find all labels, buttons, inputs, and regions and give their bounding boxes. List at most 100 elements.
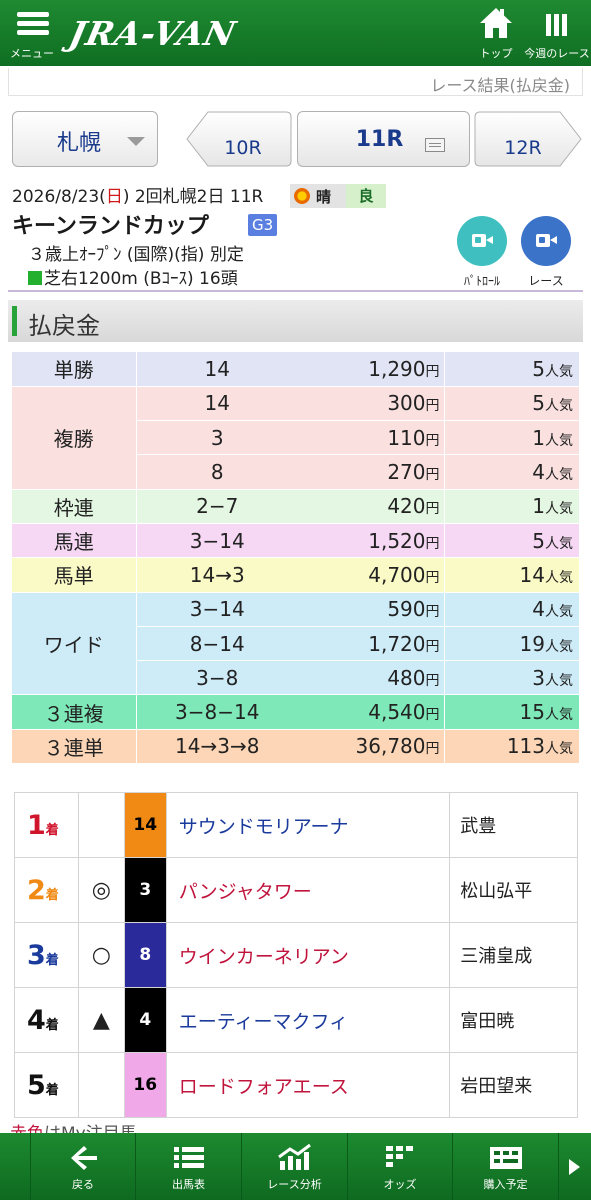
ticket-icon	[490, 1147, 522, 1169]
payout-table: 単勝 14 1,290円 5人気 複勝 14 300円 5人気 3 110円 1人気 8 270円 4人気…	[12, 352, 579, 765]
finish-position: 2着	[14, 857, 79, 923]
finish-row[interactable]: 5着 16 ロードフォアエース 岩田望来	[14, 1052, 578, 1118]
jockey-name[interactable]: 富田暁	[449, 987, 578, 1053]
finish-position: 4着	[14, 987, 79, 1053]
popularity: 5人気	[443, 352, 579, 387]
toolbar-scroll-left[interactable]	[0, 1133, 30, 1200]
menu-button[interactable]: メニュー	[4, 0, 60, 66]
bet-type: ３連複	[12, 694, 137, 730]
finish-row[interactable]: 1着 14 サウンドモリアーナ 武豊	[14, 792, 578, 858]
odds-grid-icon	[386, 1146, 413, 1167]
video-camera-icon	[472, 234, 493, 247]
dropdown-arrow-icon	[127, 137, 145, 146]
bet-type: 馬単	[12, 557, 137, 593]
weather-label: 晴	[316, 188, 332, 206]
payout-row: ３連複 3−8−14 4,540円 15人気	[12, 694, 579, 730]
finish-position: 5着	[14, 1052, 79, 1118]
combination: 3−14	[136, 592, 298, 627]
race-analysis-button[interactable]: レース分析	[241, 1133, 347, 1200]
horse-name[interactable]: ロードフォアエース	[165, 1052, 451, 1118]
finish-position: 1着	[14, 792, 79, 858]
prev-race-tab[interactable]: 10R	[186, 111, 292, 167]
horse-name[interactable]: ウインカーネリアン	[165, 922, 451, 988]
chart-icon	[278, 1143, 311, 1170]
columns-icon	[546, 14, 568, 36]
payout-row: ３連単 14→3→8 36,780円 113人気	[12, 729, 579, 765]
combination: 3−8	[136, 660, 298, 696]
jockey-name[interactable]: 三浦皇成	[449, 922, 578, 988]
page-subtitle: レース結果(払戻金)	[430, 76, 570, 95]
popularity: 113人気	[443, 729, 579, 765]
horse-number: 4	[123, 987, 167, 1053]
this-week-races-button[interactable]: 今週のレース	[522, 0, 591, 66]
combination: 14→3→8	[136, 729, 298, 765]
bet-type: 馬連	[12, 523, 137, 559]
popularity: 1人気	[443, 489, 579, 524]
jockey-name[interactable]: 岩田望来	[449, 1052, 578, 1118]
bet-type: 単勝	[12, 352, 137, 387]
toolbar-scroll-right[interactable]	[558, 1133, 591, 1200]
menu-label: メニュー	[10, 47, 54, 60]
combination: 8	[136, 454, 298, 490]
bottom-toolbar: 戻る 出馬表 レース分析 オッズ 購入予定	[0, 1133, 591, 1200]
next-race-tab[interactable]: 12R	[474, 111, 582, 167]
venue-label: 札幌	[57, 131, 102, 156]
combination: 14	[136, 352, 298, 387]
odds-button[interactable]: オッズ	[347, 1133, 452, 1200]
back-button[interactable]: 戻る	[30, 1133, 135, 1200]
turf-icon	[28, 271, 42, 285]
bet-type: 枠連	[12, 489, 137, 524]
bet-type: ３連単	[12, 729, 137, 765]
finish-row[interactable]: 3着 ○ 8 ウインカーネリアン 三浦皇成	[14, 922, 578, 988]
section-heading: 払戻金	[8, 300, 583, 342]
prediction-mark: ○	[78, 922, 125, 988]
finish-row[interactable]: 4着 ▲ 4 エーティーマクフィ 富田暁	[14, 987, 578, 1053]
this-week-label: 今週のレース	[524, 47, 590, 60]
race-video-button[interactable]: レース	[516, 216, 576, 289]
payout-row: ワイド 3−14 590円 4人気	[12, 592, 579, 696]
venue-select[interactable]: 札幌	[12, 111, 158, 167]
jra-van-logo[interactable]: JRA-VAN	[66, 14, 240, 53]
payout-amount: 1,520円	[298, 523, 444, 559]
combination: 8−14	[136, 626, 298, 662]
current-race-tab[interactable]: 11R	[297, 111, 470, 167]
horse-name[interactable]: サウンドモリアーナ	[165, 792, 451, 858]
payout-row: 馬連 3−14 1,520円 5人気	[12, 523, 579, 559]
chevron-right-icon	[569, 1159, 580, 1175]
payout-amount: 4,540円	[298, 694, 444, 730]
patrol-video-button[interactable]: ﾊﾟﾄﾛｰﾙ	[452, 216, 512, 289]
finish-row[interactable]: 2着 ◎ 3 パンジャタワー 松山弘平	[14, 857, 578, 923]
top-label: トップ	[479, 47, 513, 60]
combination: 3−8−14	[136, 694, 298, 730]
track-condition-badge: 良	[346, 184, 386, 208]
horse-name[interactable]: エーティーマクフィ	[165, 987, 451, 1053]
popularity: 5人気	[443, 523, 579, 559]
list-icon	[174, 1147, 204, 1168]
bet-type: 複勝	[12, 386, 137, 490]
popularity: 1人気	[443, 420, 579, 456]
popularity: 5人気	[443, 386, 579, 422]
combination: 2−7	[136, 489, 298, 524]
payout-amount: 36,780円	[298, 729, 444, 765]
finishing-order-table: 1着 14 サウンドモリアーナ 武豊 2着 ◎ 3 パンジャタワー 松山弘平 3着 ○ 8 ウインカーネ…	[14, 792, 578, 1118]
jockey-name[interactable]: 武豊	[449, 792, 578, 858]
top-button[interactable]: トップ	[470, 0, 522, 66]
prev-race-label: 10R	[224, 137, 262, 159]
jockey-name[interactable]: 松山弘平	[449, 857, 578, 923]
video-camera-icon	[536, 234, 557, 247]
purchase-plan-button[interactable]: 購入予定	[452, 1133, 558, 1200]
payout-row: 単勝 14 1,290円 5人気	[12, 352, 579, 387]
prediction-mark	[78, 792, 125, 858]
grade-badge: G3	[248, 214, 278, 236]
horse-number: 14	[123, 792, 167, 858]
popularity: 4人気	[443, 454, 579, 490]
horse-name[interactable]: パンジャタワー	[165, 857, 451, 923]
prediction-mark	[78, 1052, 125, 1118]
payout-amount: 4,700円	[298, 557, 444, 593]
sunny-icon	[294, 188, 310, 204]
race-course: 芝右1200m (Bｺｰｽ) 16頭	[28, 264, 238, 289]
payout-row: 馬単 14→3 4,700円 14人気	[12, 557, 579, 593]
entries-button[interactable]: 出馬表	[135, 1133, 241, 1200]
popularity: 15人気	[443, 694, 579, 730]
horse-number: 8	[123, 922, 167, 988]
